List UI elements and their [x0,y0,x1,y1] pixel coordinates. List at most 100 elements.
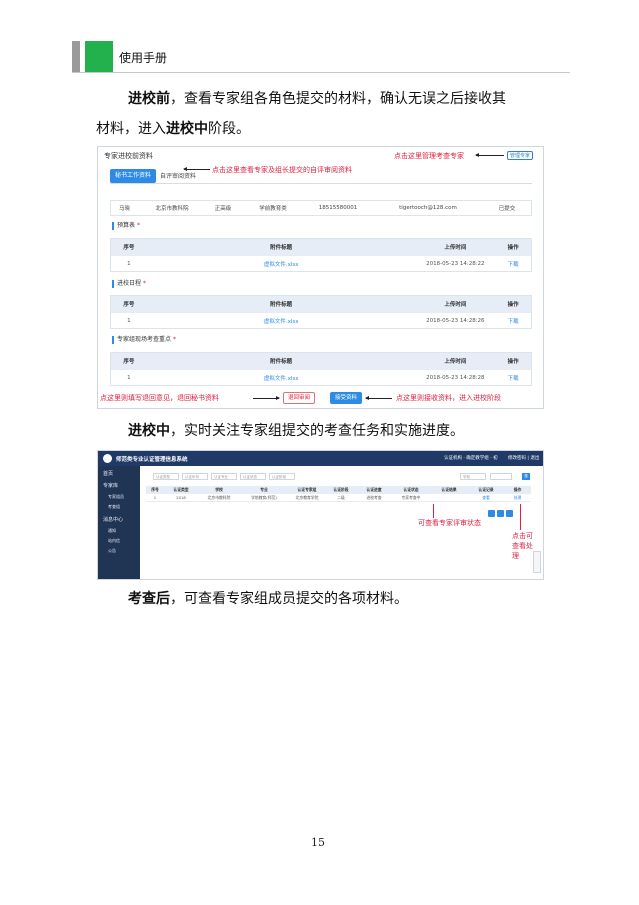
header-rule [72,72,570,73]
side-float-toolbar[interactable] [533,551,541,573]
filter-type-select[interactable]: 认证类型 [153,473,179,480]
section-label-schedule: 进校日程 * [112,280,146,288]
pre-visit-materials-screenshot: 专家进校前资料 点击这里管理考查专家 管理专家 秘书工作资料 自评审阅资料 点击… [97,146,544,409]
col-header: 操作 [513,487,522,492]
review-status-cell: 专家考查中 [401,494,421,500]
file-link[interactable]: 虚拟文件.xlsx [147,317,416,325]
during-visit-screenshot: 师范类专业认证管理信息系统 认证机构 · 确定教学组 · 初 修改密码 | 退出… [97,450,544,580]
sidebar-item-announcement[interactable]: 公告 [108,548,116,554]
file-link[interactable]: 虚拟文件.xlsx [147,260,416,268]
arrow-left-icon [183,167,210,171]
col-action: 操作 [507,245,519,251]
file-link[interactable]: 虚拟文件.xlsx [147,374,416,382]
download-link[interactable]: 下载 [495,374,531,382]
required-star: * [136,222,140,229]
col-header: 认证状态 [403,487,419,492]
schedule-table: 序号 附件标题 上传时间 操作 1 虚拟文件.xlsx 2018-05-23 1… [110,295,532,329]
sidebar-item-notice[interactable]: 通知 [108,528,116,534]
col-header: 认证记录 [478,487,494,492]
filter-status-select[interactable]: 认证状态 [240,473,266,480]
sidebar-item-inbox[interactable]: 站内信 [108,538,120,544]
annotation-pointer [520,504,521,530]
paragraph-text: 材料，进入 [96,121,166,137]
col-header: 认证结果 [441,487,457,492]
sidebar-item-expert-members[interactable]: 专家组员 [108,494,124,500]
annotation-line: 理 [512,552,519,560]
review-status-annotation: 可查看专家评审状态 [418,519,481,527]
col-header: 专业 [260,487,268,492]
cell-index: 1 [127,374,131,381]
cell-index: 1 [127,317,131,324]
filter-major-select[interactable]: 认证专业 [211,473,237,480]
paragraph-before-visit-cont: 材料，进入进校中阶段。 [96,114,546,145]
section-label-focus: 专家组现场考查重点 * [112,336,176,344]
expert-email: tigertooch@128.com [399,205,457,211]
filter-year-select[interactable]: 认证年份 [182,473,208,480]
search-button[interactable]: 搜 [522,473,530,480]
section-label-text: 专家组现场考查重点 [117,336,172,343]
annotation-line: 点击可 [512,532,533,540]
user-links[interactable]: 修改密码 | 退出 [508,455,539,461]
return-review-button[interactable]: 退回审阅 [283,392,315,404]
expert-field: 学前教育类 [259,206,287,212]
paragraph-text: ，可查看专家组成员提交的各项材料。 [170,591,408,607]
cell-time: 2018-05-23 14:28:26 [426,317,485,324]
sidebar-item-messages[interactable]: 消息中心 [103,516,123,523]
cell: 北京市教科院 [207,494,231,500]
col-time: 上传时间 [444,245,467,251]
col-action: 操作 [507,359,519,365]
download-link[interactable]: 下载 [495,260,531,268]
search-input[interactable]: 学校 [460,473,486,480]
sidebar-item-expert-library[interactable]: 专家库 [103,482,118,489]
table-header-row: 序号 附件标题 上传时间 操作 [111,239,531,255]
table-row: 1 虚拟文件.xlsx 2018-05-23 14:28:26 下载 [111,312,531,328]
sidebar-item-home[interactable]: 首页 [103,470,113,477]
header-title: 使用手册 [119,51,168,65]
cell-time: 2018-05-23 14:28:28 [426,374,485,381]
sidebar-item-review-group[interactable]: 考查组 [108,504,120,510]
self-review-annotation: 点击这里查看专家及组长提交的自评审阅资料 [212,166,352,174]
col-index: 序号 [123,245,135,251]
app-title: 师范类专业认证管理信息系统 [116,457,188,463]
arrow-left-icon [365,396,392,400]
cell: 2018 [176,495,186,500]
col-action: 操作 [507,302,519,308]
focus-table: 序号 附件标题 上传时间 操作 1 虚拟文件.xlsx 2018-05-23 1… [110,352,532,386]
pagination-page-button[interactable] [497,510,504,517]
tab-self-review-materials[interactable]: 自评审阅资料 [160,171,196,180]
view-record-link[interactable]: 查看 [468,495,504,501]
col-index: 序号 [123,302,135,308]
col-title: 附件标题 [270,359,293,365]
cell: 学前教育(师范) [251,494,277,500]
accept-materials-button[interactable]: 接受资料 [330,392,362,404]
tab-secretary-materials[interactable]: 秘书工作资料 [110,169,156,183]
col-header: 认证专家组 [297,487,317,492]
process-link[interactable]: 处理 [504,495,531,501]
table-header-row: 序号 附件标题 上传时间 操作 [111,353,531,369]
section-label-text: 进校日程 [117,280,142,287]
sidebar: 首页 专家库 专家组员 考查组 消息中心 通知 站内信 公告 [98,466,140,579]
cell: 进校考查 [366,494,382,500]
header-gray-bar [72,41,80,72]
process-annotation: 点击可 查看处 理 [512,531,533,561]
manage-experts-button[interactable]: 管理专家 [507,151,533,160]
download-link[interactable]: 下载 [495,317,531,325]
expert-org: 北京市教科院 [155,206,189,212]
term-during-visit: 进校中 [166,121,208,137]
col-header: 学校 [215,487,223,492]
col-time: 上传时间 [444,302,467,308]
term-during-visit: 进校中 [128,423,170,439]
paragraph-text: 阶段。 [208,121,250,137]
required-star: * [142,280,146,287]
cell-time: 2018-05-23 14:28:22 [426,260,485,267]
search-input-2[interactable] [490,473,512,480]
term-before-visit: 进校前 [128,91,170,107]
expert-title: 正高级 [214,206,232,212]
filter-stage-select[interactable]: 认证阶段 [269,473,295,480]
annotation-pointer [433,504,434,518]
pagination-prev-button[interactable] [488,510,495,517]
pagination-next-button[interactable] [506,510,513,517]
col-header: 认证类型 [173,487,189,492]
col-time: 上传时间 [444,359,467,365]
section-label-text: 预算表 [117,222,136,229]
